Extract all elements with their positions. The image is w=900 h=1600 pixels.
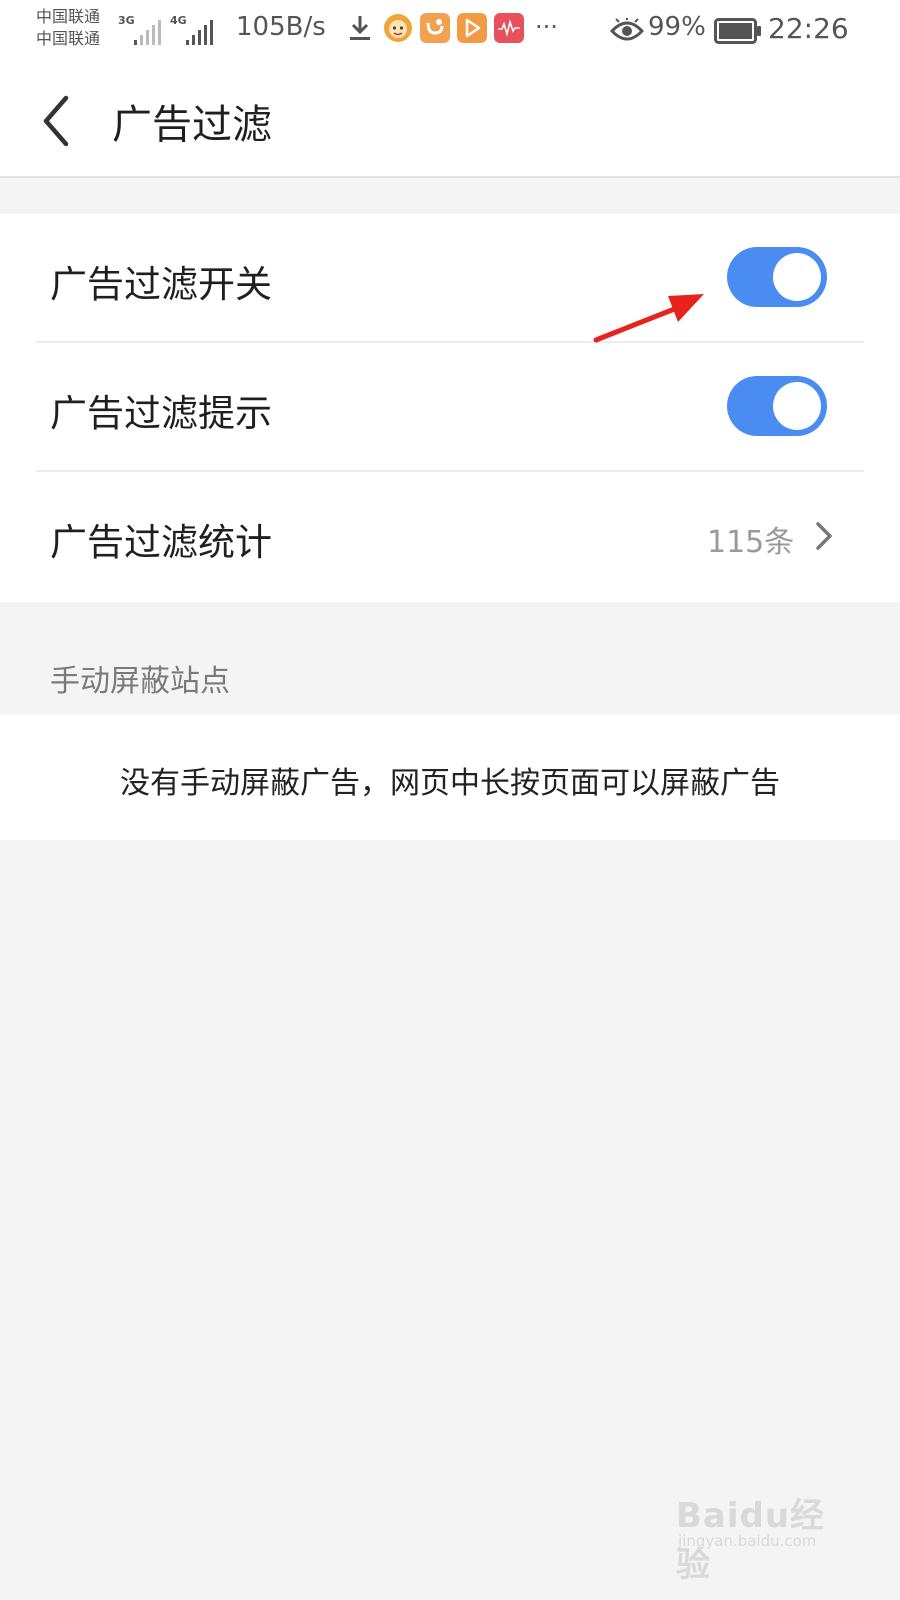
page-title: 广告过滤 [112,102,272,148]
status-bar: 中国联通 中国联通 3G 4G 105B/s ··· 99% 22:26 [0,0,900,64]
more-notifications: ··· [535,13,558,41]
annotation-arrow-icon [593,294,704,343]
carrier-1: 中国联通 [36,7,101,26]
signal-bars-icon [186,20,213,45]
manual-block-list: 没有手动屏蔽广告，网页中长按页面可以屏蔽广告 [0,714,900,840]
setting-row-ad-filter-switch[interactable]: 广告过滤开关 [0,214,900,343]
setting-row-ad-filter-hint[interactable]: 广告过滤提示 [0,343,900,472]
signal-1-type: 3G [118,14,135,27]
setting-label: 广告过滤提示 [50,392,272,435]
status-right: 99% 22:26 [610,0,900,64]
watermark-url: jingyan.baidu.com [678,1532,817,1550]
chevron-right-icon [816,522,832,550]
download-icon [350,16,370,40]
carrier-names: 中国联通 中国联通 [36,6,100,50]
section-title-manual-block: 手动屏蔽站点 [50,664,230,699]
network-speed: 105B/s [236,12,326,42]
uc-browser-icon [420,13,450,43]
empty-state-message: 没有手动屏蔽广告，网页中长按页面可以屏蔽广告 [120,766,780,801]
ad-filter-toggle[interactable] [727,247,827,307]
ad-filter-count: 115条 [707,525,795,560]
carrier-2: 中国联通 [36,29,101,48]
settings-list: 广告过滤开关 广告过滤提示 广告过滤统计 115条 [0,214,900,602]
clock: 22:26 [768,12,849,45]
signal-2-type: 4G [170,14,187,27]
toggle-knob [773,253,821,301]
back-button[interactable] [36,86,96,156]
baidu-watermark: Baidu经验 jingyan.baidu.com [676,1470,846,1585]
setting-label: 广告过滤统计 [50,521,272,564]
music-app-icon [494,13,524,43]
battery-percent: 99% [648,12,706,42]
back-arrow-icon [43,95,69,147]
signal-bars-icon [134,20,161,45]
ad-filter-hint-toggle[interactable] [727,376,827,436]
setting-row-ad-filter-stats[interactable]: 广告过滤统计 115条 [0,472,900,601]
toggle-knob [773,382,821,430]
video-app-icon [457,13,487,43]
battery-icon [714,18,761,44]
title-bar: 广告过滤 [0,64,900,178]
eye-comfort-icon [610,18,644,41]
cat-app-icon [384,14,412,42]
setting-label: 广告过滤开关 [50,263,272,306]
